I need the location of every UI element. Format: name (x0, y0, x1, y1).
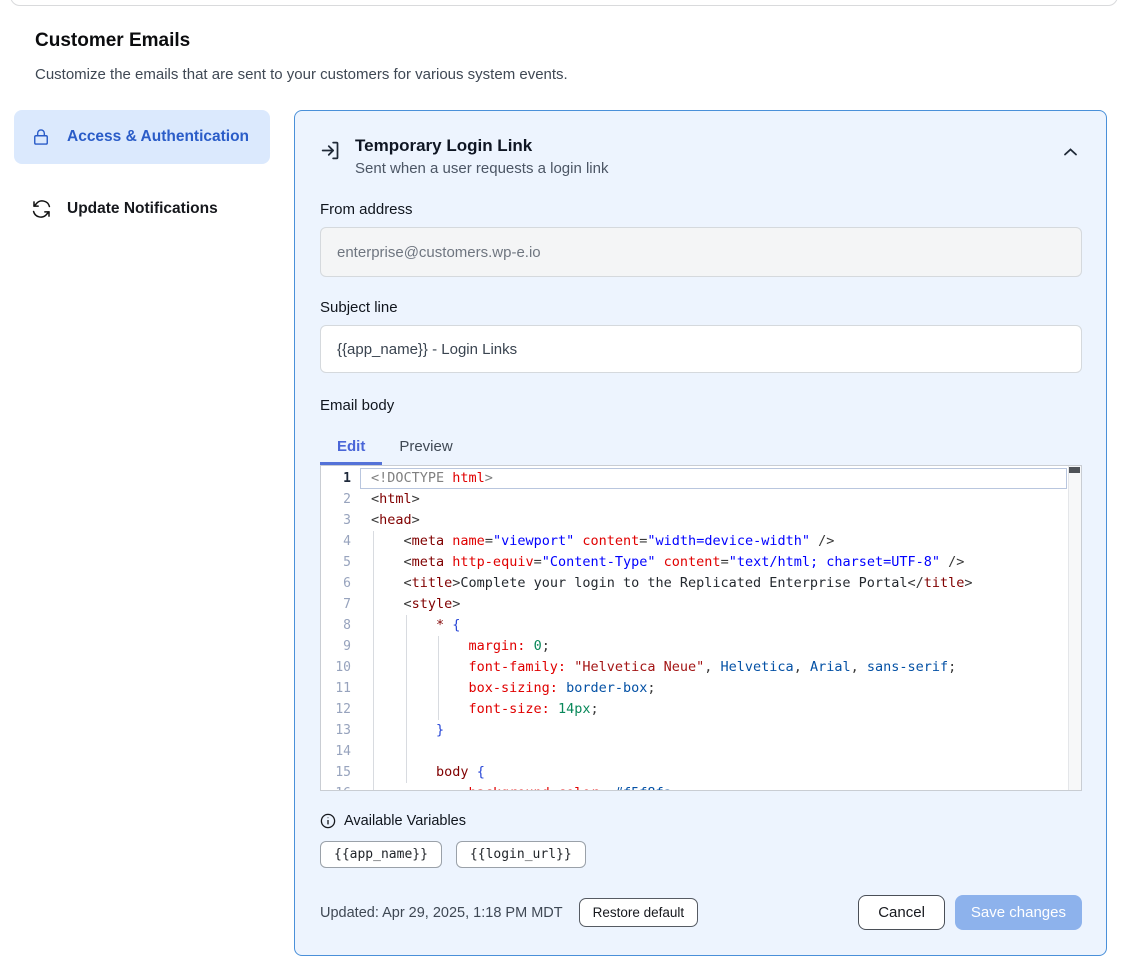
code-text: <title>Complete your login to the Replic… (371, 573, 973, 594)
chevron-up-icon (1063, 147, 1078, 157)
code-line: 5 <meta http-equiv="Content-Type" conten… (321, 552, 1081, 573)
sidebar-item-update-notifications[interactable]: Update Notifications (14, 182, 270, 236)
code-line: 4 <meta name="viewport" content="width=d… (321, 531, 1081, 552)
line-number: 4 (321, 531, 351, 552)
code-text: font-size: 14px; (371, 699, 599, 720)
code-line: 13 } (321, 720, 1081, 741)
line-number: 12 (321, 699, 351, 720)
subject-line-label: Subject line (320, 299, 1082, 316)
line-number: 3 (321, 510, 351, 531)
line-number: 9 (321, 636, 351, 657)
code-line: 8 * { (321, 615, 1081, 636)
code-text: <html> (371, 489, 420, 510)
page-description: Customize the emails that are sent to yo… (35, 66, 568, 83)
code-text: * { (371, 615, 460, 636)
code-line: 14 (321, 741, 1081, 762)
code-line: 11 box-sizing: border-box; (321, 678, 1081, 699)
line-number: 7 (321, 594, 351, 615)
sidebar: Access & Authentication Update Notificati… (14, 110, 270, 254)
from-address-input[interactable] (320, 227, 1082, 277)
variable-chip-app_name[interactable]: {{app_name}} (320, 841, 442, 868)
code-text: font-family: "Helvetica Neue", Helvetica… (371, 657, 956, 678)
panel-header: Temporary Login Link Sent when a user re… (320, 135, 1082, 177)
code-text: background-color: #f5f8fa; (371, 783, 680, 791)
code-text: <style> (371, 594, 460, 615)
line-number: 15 (321, 762, 351, 783)
variable-chip-login_url[interactable]: {{login_url}} (456, 841, 586, 868)
line-number: 6 (321, 573, 351, 594)
code-line: 6 <title>Complete your login to the Repl… (321, 573, 1081, 594)
email-body-tabs: EditPreview (320, 431, 1082, 465)
code-text: <meta http-equiv="Content-Type" content=… (371, 552, 964, 573)
refresh-icon (30, 198, 52, 220)
code-line: 12 font-size: 14px; (321, 699, 1081, 720)
available-variables-label: Available Variables (344, 813, 466, 829)
line-number: 11 (321, 678, 351, 699)
code-line: 10 font-family: "Helvetica Neue", Helvet… (321, 657, 1081, 678)
code-line: 9 margin: 0; (321, 636, 1081, 657)
email-body-label: Email body (320, 397, 1082, 414)
panel-header-text: Temporary Login Link Sent when a user re… (355, 135, 608, 177)
code-text: <!DOCTYPE html> (371, 468, 493, 489)
code-text: body { (371, 762, 485, 783)
code-lines: 1<!DOCTYPE html>2<html>3<head>4 <meta na… (321, 466, 1081, 791)
code-text: <head> (371, 510, 420, 531)
line-number: 1 (321, 468, 351, 489)
available-variables-row: Available Variables (320, 813, 1082, 829)
panel-title: Temporary Login Link (355, 135, 608, 157)
code-line: 3 <head> (321, 510, 1081, 531)
sidebar-item-access-authentication[interactable]: Access & Authentication (14, 110, 270, 164)
line-number: 13 (321, 720, 351, 741)
tab-edit[interactable]: Edit (320, 431, 382, 465)
code-editor[interactable]: 1<!DOCTYPE html>2<html>3<head>4 <meta na… (320, 465, 1082, 791)
code-line: 2 <html> (321, 489, 1081, 510)
page-title: Customer Emails (35, 30, 190, 52)
updated-timestamp: Updated: Apr 29, 2025, 1:18 PM MDT (320, 905, 563, 921)
line-number: 8 (321, 615, 351, 636)
line-number: 2 (321, 489, 351, 510)
code-text: } (371, 720, 444, 741)
lock-icon (30, 126, 52, 148)
code-text: box-sizing: border-box; (371, 678, 656, 699)
line-number: 14 (321, 741, 351, 762)
subject-line-input[interactable] (320, 325, 1082, 373)
temporary-login-link-panel: Temporary Login Link Sent when a user re… (294, 110, 1107, 956)
line-number: 10 (321, 657, 351, 678)
code-line: 15 body { (321, 762, 1081, 783)
restore-default-button[interactable]: Restore default (579, 898, 699, 927)
save-changes-button[interactable]: Save changes (955, 895, 1082, 930)
variable-chips: {{app_name}} {{login_url}} (320, 841, 1082, 868)
info-icon (320, 813, 336, 829)
editor-scrollbar-thumb[interactable] (1069, 467, 1080, 473)
line-number: 16 (321, 783, 351, 791)
tab-preview[interactable]: Preview (382, 431, 469, 465)
code-text: <meta name="viewport" content="width=dev… (371, 531, 834, 552)
panel-footer: Updated: Apr 29, 2025, 1:18 PM MDT Resto… (320, 895, 1082, 930)
code-line: 16 background-color: #f5f8fa; (321, 783, 1081, 791)
panel-subtitle: Sent when a user requests a login link (355, 160, 608, 177)
previous-card-bottom-edge (10, 0, 1118, 6)
cancel-button[interactable]: Cancel (858, 895, 945, 930)
code-line: 7 <style> (321, 594, 1081, 615)
from-address-label: From address (320, 201, 1082, 218)
line-number: 5 (321, 552, 351, 573)
code-text: margin: 0; (371, 636, 550, 657)
sidebar-item-label: Access & Authentication (67, 125, 249, 149)
code-line: 1 <!DOCTYPE html> (321, 468, 1081, 489)
sidebar-item-label: Update Notifications (67, 197, 218, 221)
editor-scrollbar[interactable] (1068, 466, 1081, 790)
login-icon (320, 140, 341, 161)
collapse-panel-button[interactable] (1059, 143, 1082, 161)
